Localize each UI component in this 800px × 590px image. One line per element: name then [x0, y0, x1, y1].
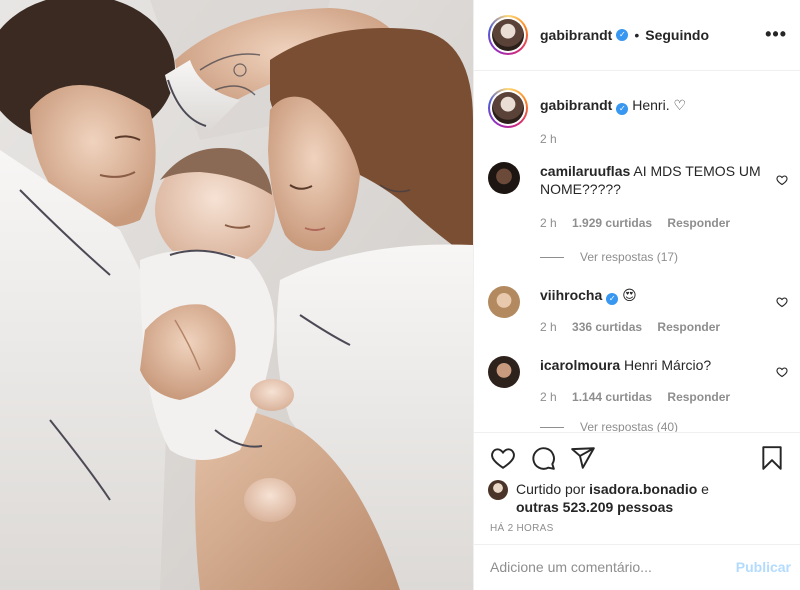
caption-avatar-image	[492, 92, 524, 124]
comment-item: viihrocha ✓ 😍 2 h 336 curtidas Responder	[488, 286, 788, 346]
caption-time[interactable]: 2 h	[540, 132, 557, 146]
post-header: gabibrandt ✓ • Seguindo •••	[474, 0, 800, 71]
author-username[interactable]: gabibrandt	[540, 27, 612, 43]
comment-input[interactable]: Adicione um comentário...	[490, 559, 652, 575]
verified-icon: ✓	[616, 103, 629, 115]
replies-divider	[540, 426, 564, 428]
comment-item: camilaruuflas AI MDS TEMOS UM NOME????? …	[488, 162, 788, 272]
heart-icon[interactable]	[776, 296, 788, 308]
comment-icon[interactable]	[530, 445, 556, 471]
comment-text: 😍	[622, 287, 637, 303]
comment-meta: 2 h 336 curtidas Responder	[540, 320, 732, 334]
comment-text-block: camilaruuflas AI MDS TEMOS UM NOME?????	[540, 162, 762, 198]
heart-icon[interactable]	[776, 174, 788, 186]
heart-icon[interactable]	[490, 445, 516, 471]
liker-avatar[interactable]	[488, 480, 508, 500]
comment-text-block: icarolmoura Henri Márcio?	[540, 356, 762, 374]
more-options-icon[interactable]: •••	[765, 24, 787, 45]
caption-text-block: gabibrandt ✓ Henri. ♡	[540, 96, 762, 115]
comment-meta: 2 h 1.144 curtidas Responder	[540, 390, 742, 404]
comment-likes[interactable]: 1.144 curtidas	[572, 390, 652, 404]
comment-avatar[interactable]	[488, 356, 520, 388]
view-replies-button[interactable]: Ver respostas (40)	[540, 420, 678, 432]
bookmark-icon[interactable]	[759, 445, 785, 471]
comment-username[interactable]: icarolmoura	[540, 357, 620, 373]
liked-by-text: Curtido por isadora.bonadio e outras 523…	[516, 480, 756, 516]
post-dialog: gabibrandt ✓ • Seguindo ••• gabibrandt ✓ …	[0, 0, 800, 590]
caption-username[interactable]: gabibrandt	[540, 97, 612, 113]
comment-time[interactable]: 2 h	[540, 320, 557, 334]
comment-text: Henri Márcio?	[624, 357, 712, 373]
author-avatar-image	[492, 19, 524, 51]
publish-button[interactable]: Publicar	[736, 559, 791, 575]
liked-by: Curtido por isadora.bonadio e outras 523…	[488, 480, 756, 516]
comment-meta: 2 h 1.929 curtidas Responder	[540, 216, 742, 230]
reply-button[interactable]: Responder	[657, 320, 720, 334]
comment-username[interactable]: camilaruuflas	[540, 163, 630, 179]
comment-likes[interactable]: 336 curtidas	[572, 320, 642, 334]
caption: gabibrandt ✓ Henri. ♡ 2 h	[488, 88, 788, 148]
action-bar: Curtido por isadora.bonadio e outras 523…	[474, 432, 800, 542]
family-photo-illustration	[0, 0, 473, 590]
liker-username[interactable]: isadora.bonadio	[589, 481, 697, 497]
likes-count[interactable]: outras 523.209 pessoas	[516, 499, 673, 515]
comments-list[interactable]: gabibrandt ✓ Henri. ♡ 2 h camilaruuflas A…	[474, 72, 800, 432]
view-replies-label: Ver respostas (40)	[580, 420, 679, 432]
replies-divider	[540, 256, 564, 258]
view-replies-label: Ver respostas (17)	[580, 250, 679, 264]
caption-avatar[interactable]	[488, 88, 528, 128]
add-comment-bar: Adicione um comentário... Publicar	[474, 544, 800, 590]
comment-avatar[interactable]	[488, 162, 520, 194]
comment-time[interactable]: 2 h	[540, 216, 557, 230]
heart-icon[interactable]	[776, 366, 788, 378]
following-button[interactable]: Seguindo	[645, 27, 709, 43]
verified-icon: ✓	[606, 293, 619, 305]
comment-username[interactable]: viihrocha	[540, 287, 602, 303]
comment-time[interactable]: 2 h	[540, 390, 557, 404]
post-timestamp[interactable]: HÁ 2 HORAS	[490, 523, 554, 534]
caption-text: Henri. ♡	[632, 97, 687, 113]
liked-by-prefix: Curtido por	[516, 481, 586, 497]
author-avatar[interactable]	[488, 15, 528, 55]
verified-icon: ✓	[616, 29, 629, 41]
share-icon[interactable]	[570, 445, 596, 471]
reply-button[interactable]: Responder	[667, 390, 730, 404]
liked-by-conj: e	[701, 481, 709, 497]
comment-likes[interactable]: 1.929 curtidas	[572, 216, 652, 230]
comment-text-block: viihrocha ✓ 😍	[540, 286, 762, 305]
view-replies-button[interactable]: Ver respostas (17)	[540, 250, 678, 264]
reply-button[interactable]: Responder	[667, 216, 730, 230]
comment-avatar[interactable]	[488, 286, 520, 318]
caption-meta: 2 h	[540, 132, 569, 146]
post-photo[interactable]	[0, 0, 473, 590]
comment-item: icarolmoura Henri Márcio? 2 h 1.144 curt…	[488, 356, 788, 432]
separator-dot: •	[634, 27, 640, 43]
post-sidebar: gabibrandt ✓ • Seguindo ••• gabibrandt ✓ …	[473, 0, 800, 590]
